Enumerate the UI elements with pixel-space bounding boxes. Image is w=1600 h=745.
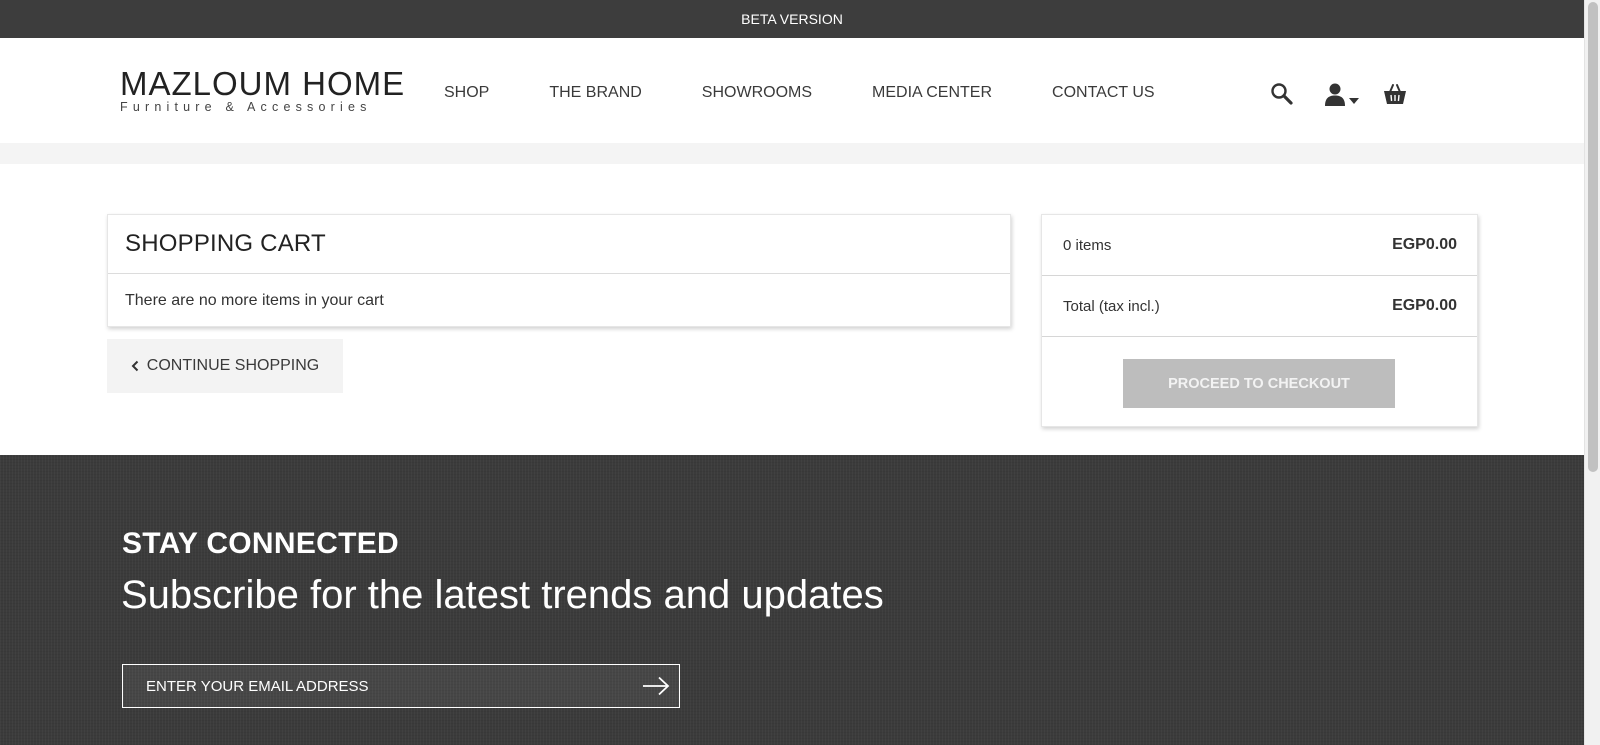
summary-items-row: 0 items EGP0.00 [1042,215,1477,276]
arrow-right-icon[interactable] [641,673,671,699]
shopping-cart-panel: SHOPPING CART There are no more items in… [107,214,1011,327]
continue-shopping-label: CONTINUE SHOPPING [146,357,320,374]
chevron-left-icon [131,360,139,372]
summary-total-label: Total (tax incl.) [1063,297,1160,315]
newsletter-subheading: Subscribe for the latest trends and upda… [121,573,884,617]
header-actions [1270,82,1407,106]
continue-shopping-button[interactable]: CONTINUE SHOPPING [107,339,343,393]
summary-total-value: EGP0.00 [1392,297,1457,314]
nav-item-contact-us[interactable]: CONTACT US [1052,84,1155,102]
nav-item-showrooms[interactable]: SHOWROOMS [702,84,812,102]
summary-items-value: EGP0.00 [1392,236,1457,253]
nav-item-shop[interactable]: SHOP [444,84,489,102]
logo-subtitle: Furniture & Accessories [120,100,372,114]
shopping-basket-icon[interactable] [1383,83,1407,105]
logo-title: MAZLOUM HOME [120,65,406,102]
summary-total-row: Total (tax incl.) EGP0.00 [1042,276,1477,337]
user-account-menu[interactable] [1324,82,1359,106]
cart-title: SHOPPING CART [108,215,1010,274]
proceed-to-checkout-button[interactable]: PROCEED TO CHECKOUT [1123,359,1395,408]
main-nav: SHOP THE BRAND SHOWROOMS MEDIA CENTER CO… [444,84,1215,102]
user-icon [1324,82,1346,106]
summary-items-label: 0 items [1063,236,1112,254]
site-logo[interactable]: MAZLOUM HOME Furniture & Accessories [120,65,406,114]
site-header: MAZLOUM HOME Furniture & Accessories SHO… [0,38,1584,143]
scrollbar-thumb[interactable] [1588,2,1598,472]
beta-banner: BETA VERSION [0,0,1584,38]
nav-item-the-brand[interactable]: THE BRAND [549,84,641,102]
chevron-down-icon [1349,98,1359,104]
cart-empty-message: There are no more items in your cart [125,291,384,309]
beta-banner-text: BETA VERSION [741,11,843,27]
search-icon[interactable] [1270,82,1294,106]
newsletter-heading: STAY CONNECTED [122,527,400,560]
breadcrumb-strip [0,143,1584,164]
newsletter-form [122,664,680,708]
page-scrollbar[interactable] [1584,0,1600,745]
email-input[interactable] [123,665,603,707]
newsletter-footer: STAY CONNECTED Subscribe for the latest … [0,455,1584,745]
cart-summary: 0 items EGP0.00 Total (tax incl.) EGP0.0… [1041,214,1478,427]
nav-item-media-center[interactable]: MEDIA CENTER [872,84,992,102]
